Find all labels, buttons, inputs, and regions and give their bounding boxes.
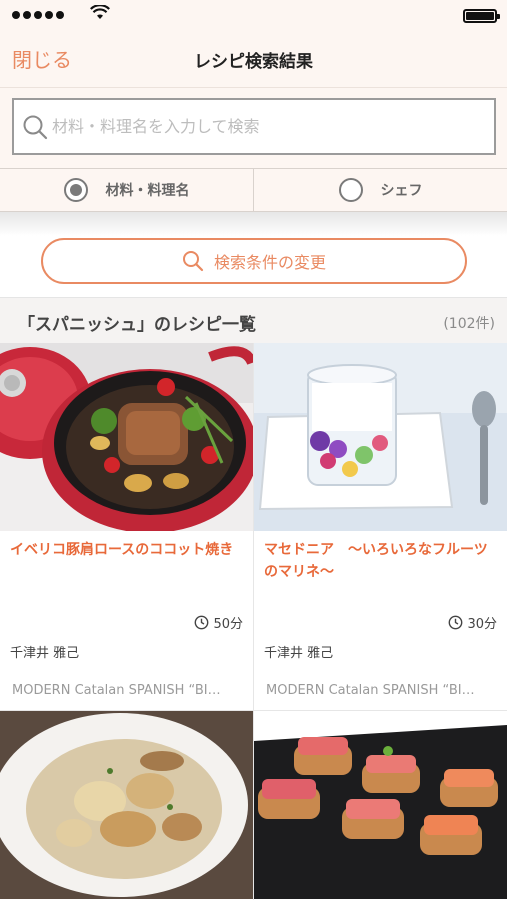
recipe-card[interactable] xyxy=(254,711,507,900)
search-mode-ingredient-option[interactable]: 材料・料理名 xyxy=(0,169,253,211)
search-area xyxy=(0,88,507,168)
recipe-title: マセドニア 〜いろいろなフルーツのマリネ〜 xyxy=(264,542,488,580)
grid-divider xyxy=(253,343,254,900)
battery-icon xyxy=(463,9,500,23)
recipe-image xyxy=(254,711,507,899)
search-icon xyxy=(182,251,204,272)
results-header: 「スパニッシュ」のレシピ一覧 (102件) xyxy=(0,297,507,343)
wifi-icon xyxy=(90,5,110,19)
recipe-time: 30分 xyxy=(448,613,497,632)
page-title: レシピ検索結果 xyxy=(194,52,313,72)
clock-icon xyxy=(449,615,463,630)
recipe-image xyxy=(0,711,253,899)
radio-unchecked-icon[interactable] xyxy=(338,178,363,202)
change-search-conditions-button[interactable]: 検索条件の変更 xyxy=(41,238,467,284)
divider-shadow xyxy=(0,212,507,236)
recipe-image xyxy=(0,343,253,531)
recipe-card[interactable] xyxy=(0,711,253,900)
results-title: 「スパニッシュ」のレシピ一覧 xyxy=(18,315,256,335)
change-search-conditions-label: 検索条件の変更 xyxy=(213,253,326,272)
recipe-chef: 千津井 雅己 xyxy=(264,646,334,661)
recipe-source: MODERN Catalan SPANISH “BI… xyxy=(12,683,221,698)
recipe-time-label: 50分 xyxy=(213,617,243,632)
recipe-image xyxy=(254,343,507,531)
navigation-bar: 閉じる レシピ検索結果 xyxy=(0,32,507,88)
recipe-chef: 千津井 雅己 xyxy=(10,646,80,661)
recipe-title: イベリコ豚肩ロースのココット焼き xyxy=(10,542,234,558)
search-box[interactable] xyxy=(12,98,496,155)
status-bar xyxy=(0,0,507,32)
recipe-time-label: 30分 xyxy=(467,617,497,632)
grid-divider xyxy=(0,710,507,711)
search-mode-chef-label: シェフ xyxy=(380,183,423,199)
search-input[interactable] xyxy=(52,100,482,153)
recipe-grid: イベリコ豚肩ロースのココット焼き 50分 千津井 雅己 MODERN Catal… xyxy=(0,343,507,900)
signal-strength-icon xyxy=(12,11,64,19)
clock-icon xyxy=(195,615,209,630)
search-mode-chef-option[interactable]: シェフ xyxy=(253,169,507,211)
search-icon xyxy=(23,115,48,140)
search-mode-toggle: 材料・料理名 シェフ xyxy=(0,168,507,212)
recipe-source: MODERN Catalan SPANISH “BI… xyxy=(266,683,475,698)
recipe-card[interactable]: マセドニア 〜いろいろなフルーツのマリネ〜 30分 千津井 雅己 MODERN … xyxy=(254,343,507,710)
results-count: (102件) xyxy=(443,316,495,332)
radio-checked-icon[interactable] xyxy=(63,178,88,202)
recipe-card[interactable]: イベリコ豚肩ロースのココット焼き 50分 千津井 雅己 MODERN Catal… xyxy=(0,343,253,710)
search-mode-ingredient-label: 材料・料理名 xyxy=(105,183,190,199)
recipe-time: 50分 xyxy=(194,613,243,632)
